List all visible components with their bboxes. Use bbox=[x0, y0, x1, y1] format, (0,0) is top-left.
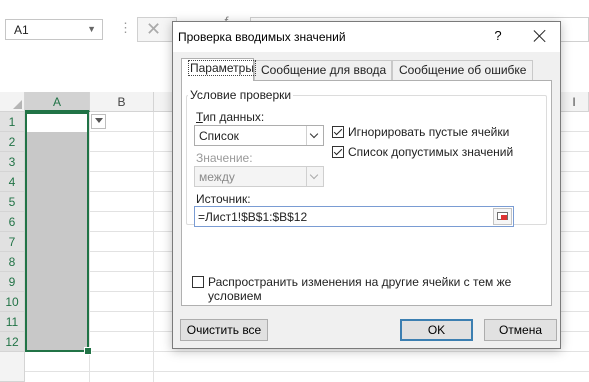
name-box[interactable]: A1 ▼ bbox=[5, 19, 103, 40]
ignore-blank-checkbox[interactable] bbox=[332, 126, 344, 138]
column-header-i[interactable]: I bbox=[560, 92, 589, 112]
chevron-down-icon[interactable] bbox=[306, 126, 323, 145]
row-header[interactable]: 6 bbox=[0, 212, 25, 232]
column-header-b[interactable]: B bbox=[90, 92, 154, 112]
row-header[interactable]: 9 bbox=[0, 272, 25, 292]
row-header[interactable]: 12 bbox=[0, 332, 25, 352]
ignore-blank-label[interactable]: Игнорировать пустые ячейки bbox=[348, 125, 509, 139]
group-label: Условие проверки bbox=[188, 88, 294, 102]
validation-dropdown-button[interactable] bbox=[91, 114, 106, 129]
row-header[interactable]: 8 bbox=[0, 252, 25, 272]
dialog-title: Проверка вводимых значений bbox=[178, 30, 346, 44]
apply-all-label[interactable]: Распространить изменения на другие ячейк… bbox=[208, 275, 528, 303]
apply-all-checkbox[interactable] bbox=[192, 276, 204, 288]
dialog-titlebar[interactable]: Проверка вводимых значений ? bbox=[173, 22, 560, 52]
value-label: Значение: bbox=[196, 151, 253, 165]
row-header[interactable]: 11 bbox=[0, 312, 25, 332]
value-value: между bbox=[199, 170, 235, 184]
chevron-down-icon bbox=[95, 118, 103, 123]
chevron-down-icon[interactable] bbox=[306, 167, 323, 186]
tab-error-alert[interactable]: Сообщение об ошибке bbox=[392, 60, 533, 80]
row-header[interactable]: 10 bbox=[0, 292, 25, 312]
tab-settings[interactable]: Параметры bbox=[181, 58, 256, 81]
active-cell-a1[interactable] bbox=[27, 114, 87, 132]
cancel-button[interactable]: Отмена bbox=[484, 319, 557, 341]
clear-all-button[interactable]: Очистить все bbox=[180, 319, 268, 341]
data-type-label: Тип данных: bbox=[196, 110, 265, 124]
value-select[interactable]: между bbox=[194, 166, 324, 187]
row-header[interactable]: 7 bbox=[0, 232, 25, 252]
selected-range-a1-a12[interactable] bbox=[25, 112, 92, 355]
row-header[interactable] bbox=[0, 352, 25, 382]
select-all-corner[interactable] bbox=[0, 92, 25, 112]
row-header[interactable]: 5 bbox=[0, 192, 25, 212]
chevron-down-icon[interactable]: ▼ bbox=[87, 24, 96, 34]
settings-panel: Условие проверки Тип данных: Список Игно… bbox=[181, 80, 552, 306]
collapse-dialog-button[interactable] bbox=[493, 208, 512, 225]
cancel-formula-button[interactable]: ✕ bbox=[137, 17, 177, 42]
row-header[interactable]: 2 bbox=[0, 132, 25, 152]
column-header-a[interactable]: A bbox=[25, 92, 90, 112]
in-cell-dropdown-label[interactable]: Список допустимых значений bbox=[348, 145, 513, 159]
source-value: =Лист1!$B$1:$B$12 bbox=[198, 210, 308, 224]
more-icon[interactable]: ⋮ bbox=[119, 20, 132, 36]
column-header-c[interactable] bbox=[154, 92, 174, 112]
source-input[interactable]: =Лист1!$B$1:$B$12 bbox=[194, 206, 514, 227]
row-header[interactable]: 4 bbox=[0, 172, 25, 192]
data-type-select[interactable]: Список bbox=[194, 125, 324, 146]
in-cell-dropdown-checkbox[interactable] bbox=[332, 146, 344, 158]
ok-button[interactable]: OK bbox=[400, 319, 473, 341]
source-label: Источник: bbox=[196, 192, 251, 206]
data-type-value: Список bbox=[199, 129, 239, 143]
fill-handle[interactable] bbox=[84, 347, 92, 355]
name-box-value: A1 bbox=[14, 23, 29, 37]
help-button[interactable]: ? bbox=[491, 28, 505, 43]
close-icon: ✕ bbox=[146, 19, 162, 39]
row-header[interactable]: 1 bbox=[0, 112, 25, 132]
close-button[interactable] bbox=[529, 25, 551, 47]
tab-input-message[interactable]: Сообщение для ввода bbox=[254, 60, 392, 80]
row-header[interactable]: 3 bbox=[0, 152, 25, 172]
data-validation-dialog: Проверка вводимых значений ? Параметры С… bbox=[172, 21, 561, 349]
